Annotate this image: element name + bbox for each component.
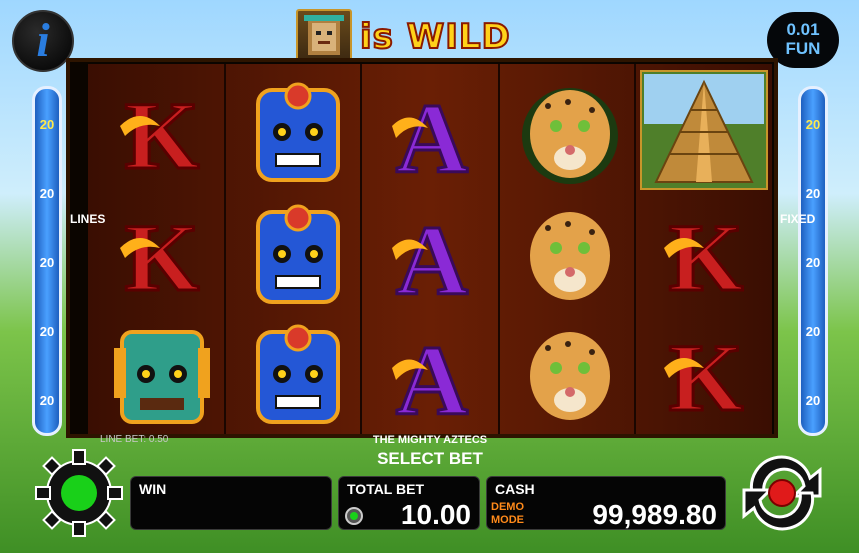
line-number[interactable]: 20 bbox=[801, 186, 825, 201]
win-panel: WIN bbox=[130, 476, 332, 530]
line-number[interactable]: 20 bbox=[801, 393, 825, 408]
line-number[interactable]: 20 bbox=[35, 324, 59, 339]
demo-mode-label: DEMO MODE bbox=[491, 501, 524, 526]
symbol-jaguar bbox=[508, 318, 632, 434]
settings-button[interactable] bbox=[34, 448, 124, 538]
svg-text:K: K bbox=[125, 204, 200, 311]
cash-value: 99,989.80 bbox=[592, 499, 717, 530]
line-bet-label: LINE BET: 0.50 bbox=[100, 434, 169, 445]
symbol-jaguar bbox=[508, 198, 632, 314]
lines-label: LINES bbox=[70, 210, 105, 229]
bet-settings-button[interactable] bbox=[343, 505, 365, 532]
symbol-k: K bbox=[100, 76, 224, 192]
line-number[interactable]: 20 bbox=[35, 393, 59, 408]
symbol-a: A bbox=[370, 318, 494, 438]
game-name: THE MIGHTY AZTECS bbox=[372, 434, 488, 446]
wild-banner: is WILD bbox=[296, 9, 511, 65]
denomination-value: 0.01 bbox=[786, 20, 820, 39]
info-icon: i bbox=[36, 14, 50, 67]
svg-text:A: A bbox=[396, 325, 468, 434]
svg-text:K: K bbox=[669, 324, 744, 431]
reel-divider bbox=[498, 64, 500, 434]
svg-text:A: A bbox=[396, 83, 468, 192]
total-bet-panel: TOTAL BET 10.00 bbox=[338, 476, 480, 530]
lines-bar-left: 20 20 20 20 20 bbox=[32, 86, 62, 436]
select-bet-button[interactable]: SELECT BET bbox=[300, 449, 560, 469]
symbol-mask-green bbox=[100, 318, 224, 434]
symbol-mask-blue bbox=[236, 76, 360, 192]
symbol-pyramid bbox=[638, 68, 770, 192]
small-gear-icon bbox=[345, 507, 363, 525]
win-label: WIN bbox=[139, 481, 167, 497]
line-number[interactable]: 20 bbox=[35, 255, 59, 270]
symbol-a: A bbox=[370, 76, 494, 196]
spin-button[interactable] bbox=[732, 448, 832, 538]
cash-label: CASH bbox=[495, 481, 535, 497]
line-number[interactable]: 20 bbox=[35, 186, 59, 201]
gear-icon bbox=[35, 449, 123, 537]
total-bet-label: TOTAL BET bbox=[347, 481, 424, 497]
symbol-mask-blue bbox=[236, 318, 360, 434]
cash-panel: CASH DEMO MODE 99,989.80 bbox=[486, 476, 726, 530]
line-number[interactable]: 20 bbox=[801, 255, 825, 270]
reel-divider bbox=[360, 64, 362, 434]
symbol-k: K bbox=[100, 198, 224, 314]
total-bet-value: 10.00 bbox=[400, 499, 471, 530]
wild-title-text: is WILD bbox=[359, 16, 511, 58]
aztec-mask-icon bbox=[296, 9, 352, 65]
reel-divider bbox=[224, 64, 226, 434]
symbol-k: K bbox=[644, 198, 768, 314]
denomination-currency: FUN bbox=[785, 39, 821, 58]
svg-text:A: A bbox=[396, 205, 468, 314]
svg-text:K: K bbox=[669, 204, 744, 311]
lines-bar-right: 20 20 20 20 20 bbox=[798, 86, 828, 436]
fixed-label: FIXED bbox=[780, 210, 815, 229]
symbol-a: A bbox=[370, 198, 494, 318]
svg-text:K: K bbox=[125, 82, 200, 189]
line-number[interactable]: 20 bbox=[801, 324, 825, 339]
reel-area: K A K A K A K bbox=[88, 64, 772, 438]
line-number[interactable]: 20 bbox=[801, 117, 825, 132]
info-button[interactable]: i bbox=[12, 10, 74, 72]
symbol-jaguar bbox=[508, 76, 632, 192]
symbol-mask-blue bbox=[236, 198, 360, 314]
line-number[interactable]: 20 bbox=[35, 117, 59, 132]
reel-divider bbox=[634, 64, 636, 434]
symbol-k: K bbox=[644, 318, 768, 434]
spin-arrows-icon bbox=[742, 455, 822, 531]
